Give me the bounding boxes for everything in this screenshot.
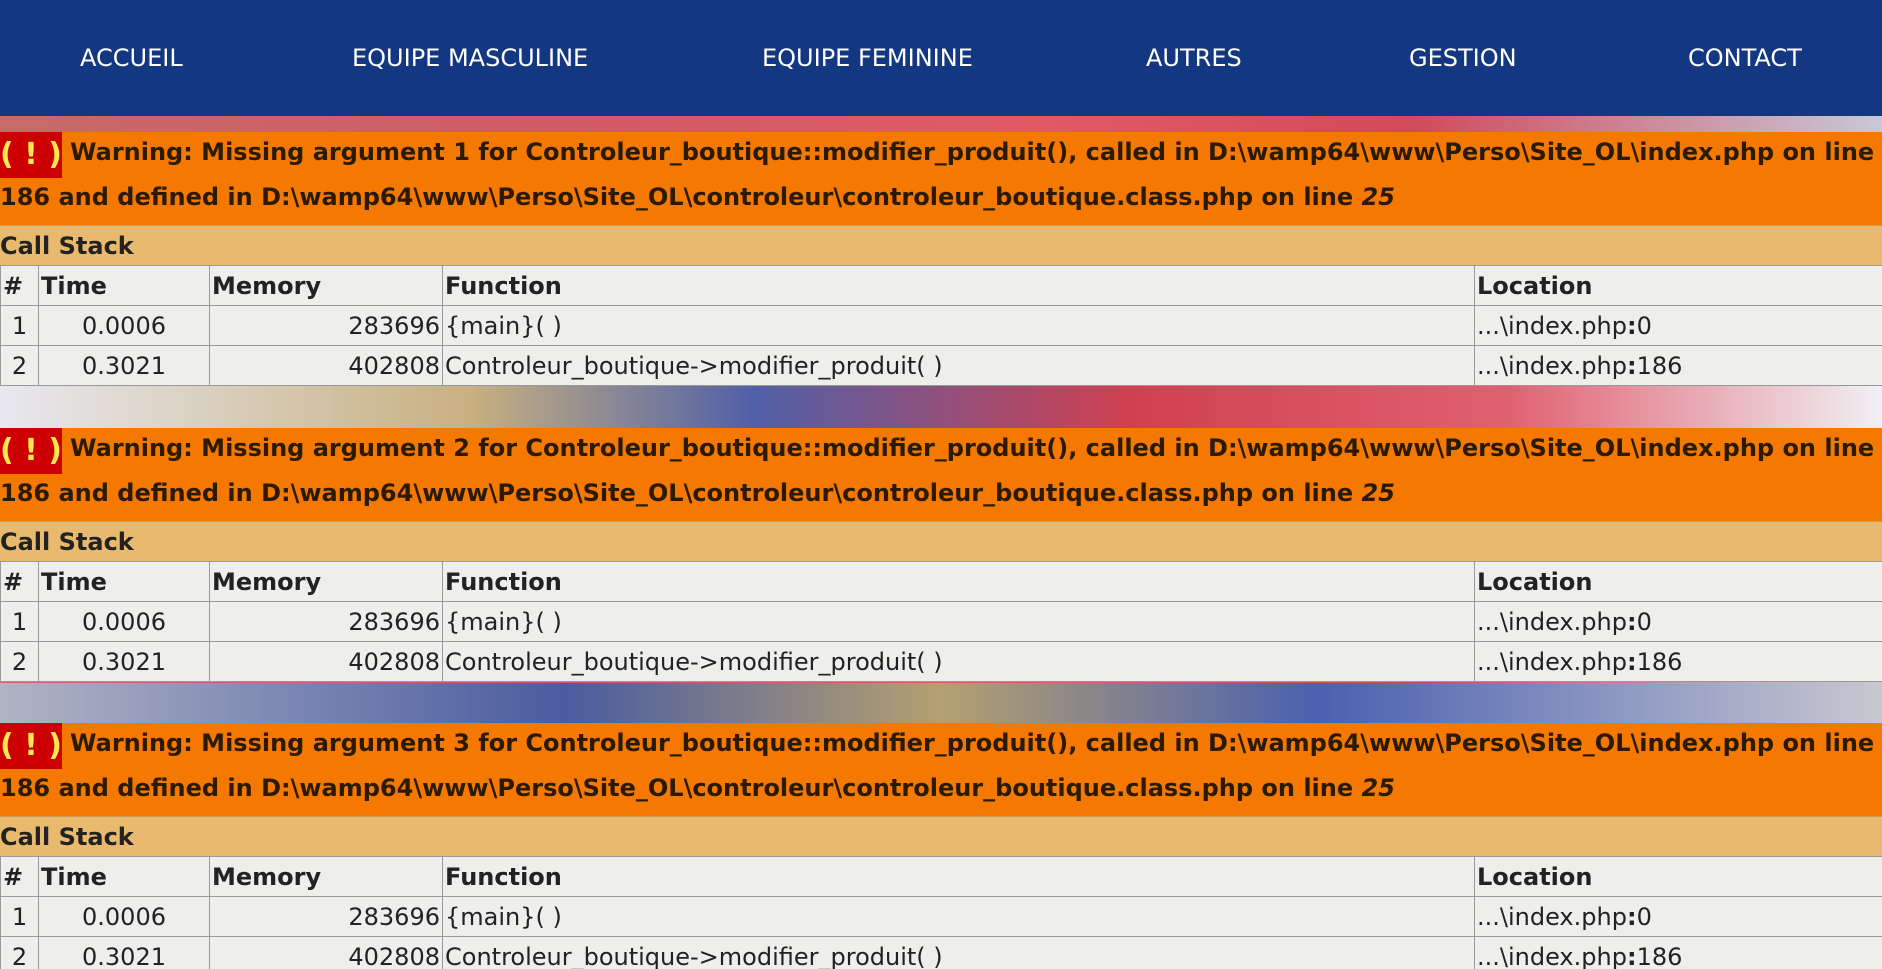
- nav-item-equipe-masculine[interactable]: EQUIPE MASCULINE: [352, 44, 588, 72]
- cell-num: 2: [0, 936, 39, 969]
- column-header: Function: [442, 265, 1475, 306]
- column-header: Location: [1474, 856, 1882, 897]
- column-header: #: [0, 265, 39, 306]
- table-row: 2 0.3021 402808 Controleur_boutique->mod…: [0, 641, 1882, 682]
- cell-time: 0.3021: [38, 345, 210, 386]
- nav-item-autres[interactable]: AUTRES: [1146, 44, 1242, 72]
- cell-function: {main}( ): [442, 601, 1475, 642]
- warning-message: ( ! ) Warning: Missing argument 3 for Con…: [0, 723, 1882, 816]
- cell-time: 0.0006: [38, 305, 210, 346]
- cell-memory: 283696: [209, 896, 443, 937]
- column-header: #: [0, 856, 39, 897]
- call-stack-label: Call Stack: [0, 521, 1882, 561]
- cell-memory: 402808: [209, 345, 443, 386]
- column-header: Memory: [209, 561, 443, 602]
- warning-line-number: 25: [1361, 479, 1395, 507]
- cell-num: 1: [0, 896, 39, 937]
- cell-memory: 402808: [209, 936, 443, 969]
- warning-icon: ( ! ): [0, 132, 62, 178]
- warning-text: Warning: Missing argument 1 for Controle…: [0, 138, 1875, 211]
- cell-time: 0.3021: [38, 641, 210, 682]
- location-file: ...\index.php: [1477, 311, 1627, 340]
- cell-memory: 283696: [209, 305, 443, 346]
- cell-location: ...\index.php:186: [1474, 936, 1882, 969]
- nav-item-contact[interactable]: CONTACT: [1688, 44, 1802, 72]
- location-file: ...\index.php: [1477, 942, 1627, 969]
- warning-line-number: 25: [1361, 183, 1395, 211]
- cell-location: ...\index.php:186: [1474, 641, 1882, 682]
- column-header: Function: [442, 561, 1475, 602]
- column-header: Time: [38, 856, 210, 897]
- table-header-row: # Time Memory Function Location: [0, 856, 1882, 897]
- cell-location: ...\index.php:0: [1474, 601, 1882, 642]
- cell-location: ...\index.php:186: [1474, 345, 1882, 386]
- call-stack-table: # Time Memory Function Location 1 0.0006…: [0, 265, 1882, 386]
- table-row: 1 0.0006 283696 {main}( ) ...\index.php:…: [0, 601, 1882, 642]
- warning-message: ( ! ) Warning: Missing argument 2 for Con…: [0, 428, 1882, 521]
- cell-time: 0.0006: [38, 896, 210, 937]
- nav-item-gestion[interactable]: GESTION: [1409, 44, 1517, 72]
- location-line: 0: [1636, 311, 1652, 340]
- cell-function: {main}( ): [442, 305, 1475, 346]
- warning-icon: ( ! ): [0, 428, 62, 474]
- nav-item-accueil[interactable]: ACCUEIL: [80, 44, 183, 72]
- cell-function: {main}( ): [442, 896, 1475, 937]
- cell-num: 1: [0, 305, 39, 346]
- php-error-block: ( ! ) Warning: Missing argument 3 for Con…: [0, 723, 1882, 969]
- call-stack-table: # Time Memory Function Location 1 0.0006…: [0, 856, 1882, 969]
- column-header: Location: [1474, 561, 1882, 602]
- column-header: Time: [38, 561, 210, 602]
- warning-icon: ( ! ): [0, 723, 62, 769]
- call-stack-table: # Time Memory Function Location 1 0.0006…: [0, 561, 1882, 682]
- background-photo-band: [0, 386, 1882, 428]
- table-row: 2 0.3021 402808 Controleur_boutique->mod…: [0, 345, 1882, 386]
- column-header: Memory: [209, 856, 443, 897]
- cell-num: 2: [0, 641, 39, 682]
- table-header-row: # Time Memory Function Location: [0, 265, 1882, 306]
- column-header: Location: [1474, 265, 1882, 306]
- column-header: Function: [442, 856, 1475, 897]
- location-line: 186: [1636, 351, 1683, 380]
- table-row: 1 0.0006 283696 {main}( ) ...\index.php:…: [0, 896, 1882, 937]
- warning-text: Warning: Missing argument 3 for Controle…: [0, 729, 1875, 802]
- php-error-block: ( ! ) Warning: Missing argument 2 for Con…: [0, 428, 1882, 682]
- cell-function: Controleur_boutique->modifier_produit( ): [442, 936, 1475, 969]
- column-header: Memory: [209, 265, 443, 306]
- column-header: #: [0, 561, 39, 602]
- location-file: ...\index.php: [1477, 351, 1627, 380]
- location-file: ...\index.php: [1477, 607, 1627, 636]
- cell-function: Controleur_boutique->modifier_produit( ): [442, 345, 1475, 386]
- warning-line-number: 25: [1361, 774, 1395, 802]
- location-file: ...\index.php: [1477, 902, 1627, 931]
- php-error-block: ( ! ) Warning: Missing argument 1 for Con…: [0, 132, 1882, 386]
- cell-location: ...\index.php:0: [1474, 305, 1882, 346]
- cell-memory: 283696: [209, 601, 443, 642]
- cell-time: 0.0006: [38, 601, 210, 642]
- cell-num: 1: [0, 601, 39, 642]
- table-row: 1 0.0006 283696 {main}( ) ...\index.php:…: [0, 305, 1882, 346]
- main-navigation: ACCUEIL EQUIPE MASCULINE EQUIPE FEMININE…: [0, 0, 1882, 116]
- cell-function: Controleur_boutique->modifier_produit( ): [442, 641, 1475, 682]
- location-line: 0: [1636, 902, 1652, 931]
- warning-text: Warning: Missing argument 2 for Controle…: [0, 434, 1875, 507]
- location-file: ...\index.php: [1477, 647, 1627, 676]
- call-stack-label: Call Stack: [0, 816, 1882, 856]
- background-photo-band: [0, 683, 1882, 723]
- location-line: 186: [1636, 942, 1683, 969]
- call-stack-label: Call Stack: [0, 225, 1882, 265]
- table-header-row: # Time Memory Function Location: [0, 561, 1882, 602]
- location-line: 0: [1636, 607, 1652, 636]
- warning-message: ( ! ) Warning: Missing argument 1 for Con…: [0, 132, 1882, 225]
- column-header: Time: [38, 265, 210, 306]
- location-line: 186: [1636, 647, 1683, 676]
- nav-item-equipe-feminine[interactable]: EQUIPE FEMININE: [762, 44, 973, 72]
- table-row: 2 0.3021 402808 Controleur_boutique->mod…: [0, 936, 1882, 969]
- cell-memory: 402808: [209, 641, 443, 682]
- cell-num: 2: [0, 345, 39, 386]
- cell-time: 0.3021: [38, 936, 210, 969]
- cell-location: ...\index.php:0: [1474, 896, 1882, 937]
